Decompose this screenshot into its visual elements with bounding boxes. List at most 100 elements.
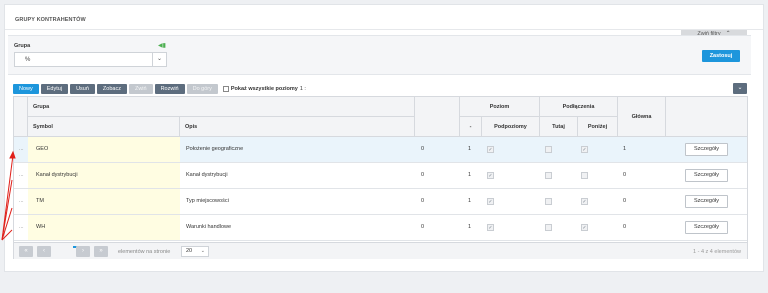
- podpoziomy-checkbox: ✓: [487, 172, 494, 179]
- header-podpoziomy[interactable]: Podpoziomy: [482, 117, 540, 137]
- table-row[interactable]: ... WH Warunki handlowe 0 1 ✓ ✓ 0 Szczegóły: [14, 215, 747, 241]
- cell-opis: Typ miejscowości: [186, 198, 229, 204]
- show-all-levels-label: Pokaż wszystkie poziomy: [230, 86, 298, 92]
- grupa-select[interactable]: % ⌄: [14, 52, 167, 67]
- cell-col0: 0: [421, 224, 425, 230]
- details-button[interactable]: Szczegóły: [685, 169, 728, 182]
- filter-grupa-label: Grupa: [14, 43, 31, 49]
- prev-page-button[interactable]: ‹: [37, 246, 51, 257]
- first-page-button[interactable]: «: [19, 246, 33, 257]
- groups-table: Grupa Poziom Podłączenia Główna Symbol O…: [13, 96, 748, 259]
- header-poziom[interactable]: Poziom: [460, 97, 540, 117]
- delete-button[interactable]: Usuń: [70, 84, 95, 94]
- cell-poziom: 1: [468, 146, 472, 152]
- header-glowna[interactable]: Główna: [618, 97, 666, 137]
- cell-opis: Kanał dystrybucji: [186, 172, 228, 178]
- cell-glowna: 0: [623, 198, 627, 204]
- first-page-icon: «: [24, 248, 28, 254]
- show-all-levels-count: 1 :: [299, 86, 306, 92]
- cell-symbol: WH: [28, 215, 180, 240]
- tutaj-checkbox: [545, 224, 552, 231]
- row-expand-icon[interactable]: ...: [19, 137, 28, 162]
- header-grupa[interactable]: Grupa: [28, 97, 415, 117]
- chevron-down-icon[interactable]: ⌄: [152, 53, 166, 66]
- header-glowna-label: Główna: [631, 113, 652, 120]
- cell-opis: Warunki handlowe: [186, 224, 232, 230]
- cell-poziom: 1: [468, 224, 472, 230]
- cell-poziom: 1: [468, 198, 472, 204]
- chevron-left-icon: ‹: [43, 248, 45, 254]
- podpoziomy-checkbox: ✓: [487, 146, 494, 153]
- header-symbol[interactable]: Symbol: [28, 117, 180, 137]
- next-page-button[interactable]: ›: [76, 246, 90, 257]
- details-button[interactable]: Szczegóły: [685, 143, 728, 156]
- last-page-button[interactable]: »: [94, 246, 108, 257]
- cell-glowna: 0: [623, 172, 627, 178]
- header-ponizej-label: Poniżej: [587, 123, 608, 130]
- cell-glowna: 0: [623, 224, 627, 230]
- cell-glowna: 1: [623, 146, 627, 152]
- header-podpoziomy-label: Podpoziomy: [494, 123, 527, 130]
- cell-poziom: 1: [468, 172, 472, 178]
- header-actions: [666, 97, 747, 137]
- per-page-select[interactable]: 20 ⌄: [181, 246, 209, 257]
- header-tutaj[interactable]: Tutaj: [540, 117, 578, 137]
- cell-symbol: TM: [28, 189, 180, 214]
- per-page-label: elementów na stronie: [118, 249, 171, 255]
- header-dash-label: -: [469, 123, 472, 130]
- edit-button[interactable]: Edytuj: [40, 84, 69, 94]
- chevron-down-icon: ⌄: [200, 248, 205, 254]
- header-opis[interactable]: Opis: [180, 117, 415, 137]
- last-page-icon: »: [99, 248, 103, 254]
- annotation-arrowhead-1: [9, 150, 16, 159]
- chevron-down-icon: ⌄: [737, 85, 743, 91]
- row-expand-icon[interactable]: ...: [19, 215, 28, 240]
- details-button[interactable]: Szczegóły: [685, 195, 728, 208]
- table-row[interactable]: ... GEO Położenie geograficzne 0 1 ✓ ✓ 1 Szczegó…: [14, 137, 747, 163]
- tutaj-checkbox: [545, 172, 552, 179]
- cell-col0: 0: [421, 198, 425, 204]
- title-divider: [5, 29, 763, 30]
- cell-symbol: Kanał dystrybucji: [28, 163, 180, 188]
- header-podlaczenia-label: Podłączenia: [562, 103, 595, 110]
- grupa-select-value: %: [25, 57, 31, 63]
- header-podlaczenia[interactable]: Podłączenia: [540, 97, 618, 117]
- cell-symbol: GEO: [28, 137, 180, 162]
- annotation-arrows: [1, 150, 16, 241]
- ponizej-checkbox: ✓: [581, 146, 588, 153]
- flag-icon: ◀▮: [158, 43, 166, 49]
- view-button[interactable]: Zobacz: [96, 84, 127, 94]
- collapse-button[interactable]: Zwiń: [128, 84, 153, 94]
- ponizej-checkbox: [581, 172, 588, 179]
- expand-button[interactable]: Rozwiń: [154, 84, 185, 94]
- table-row[interactable]: ... Kanał dystrybucji Kanał dystrybucji 0 1 ✓…: [14, 163, 747, 189]
- table-row[interactable]: ... TM Typ miejscowości 0 1 ✓ ✓ 0 Szczegóły: [14, 189, 747, 215]
- pagination-info: 1 - 4 z 4 elementów: [693, 249, 741, 255]
- cell-opis: Położenie geograficzne: [186, 146, 244, 152]
- apply-button[interactable]: Zastosuj: [702, 50, 740, 62]
- toolbar: Nowy Edytuj Usuń Zobacz Zwiń Rozwiń Do g…: [13, 84, 306, 94]
- header-tutaj-label: Tutaj: [552, 123, 565, 130]
- pagination-bar: « ‹ 1 › » elementów na stronie 20⌄ 1 - 4…: [14, 242, 747, 259]
- cell-col0: 0: [421, 146, 425, 152]
- grid-options-button[interactable]: ⌄: [733, 83, 747, 94]
- show-all-levels-checkbox[interactable]: Pokaż wszystkie poziomy 1 :: [222, 86, 306, 92]
- new-button[interactable]: Nowy: [13, 84, 39, 94]
- row-expand-icon[interactable]: ...: [19, 189, 28, 214]
- header-dash[interactable]: -: [460, 117, 482, 137]
- panel-title: GRUPY KONTRAHENTÓW: [15, 17, 86, 23]
- cell-col0: 0: [421, 172, 425, 178]
- header-ponizej[interactable]: Poniżej: [578, 117, 618, 137]
- checkbox-box[interactable]: [222, 86, 229, 92]
- ponizej-checkbox: ✓: [581, 198, 588, 205]
- level-up-button[interactable]: Do góry: [186, 84, 218, 94]
- per-page-value: 20: [186, 248, 193, 254]
- tutaj-checkbox: [545, 146, 552, 153]
- details-button[interactable]: Szczegóły: [685, 221, 728, 234]
- header-opis-label: Opis: [185, 123, 198, 130]
- row-expand-icon[interactable]: ...: [19, 163, 28, 188]
- tutaj-checkbox: [545, 198, 552, 205]
- podpoziomy-checkbox: ✓: [487, 198, 494, 205]
- chevron-right-icon: ›: [82, 248, 84, 254]
- header-grupa-label: Grupa: [33, 103, 50, 110]
